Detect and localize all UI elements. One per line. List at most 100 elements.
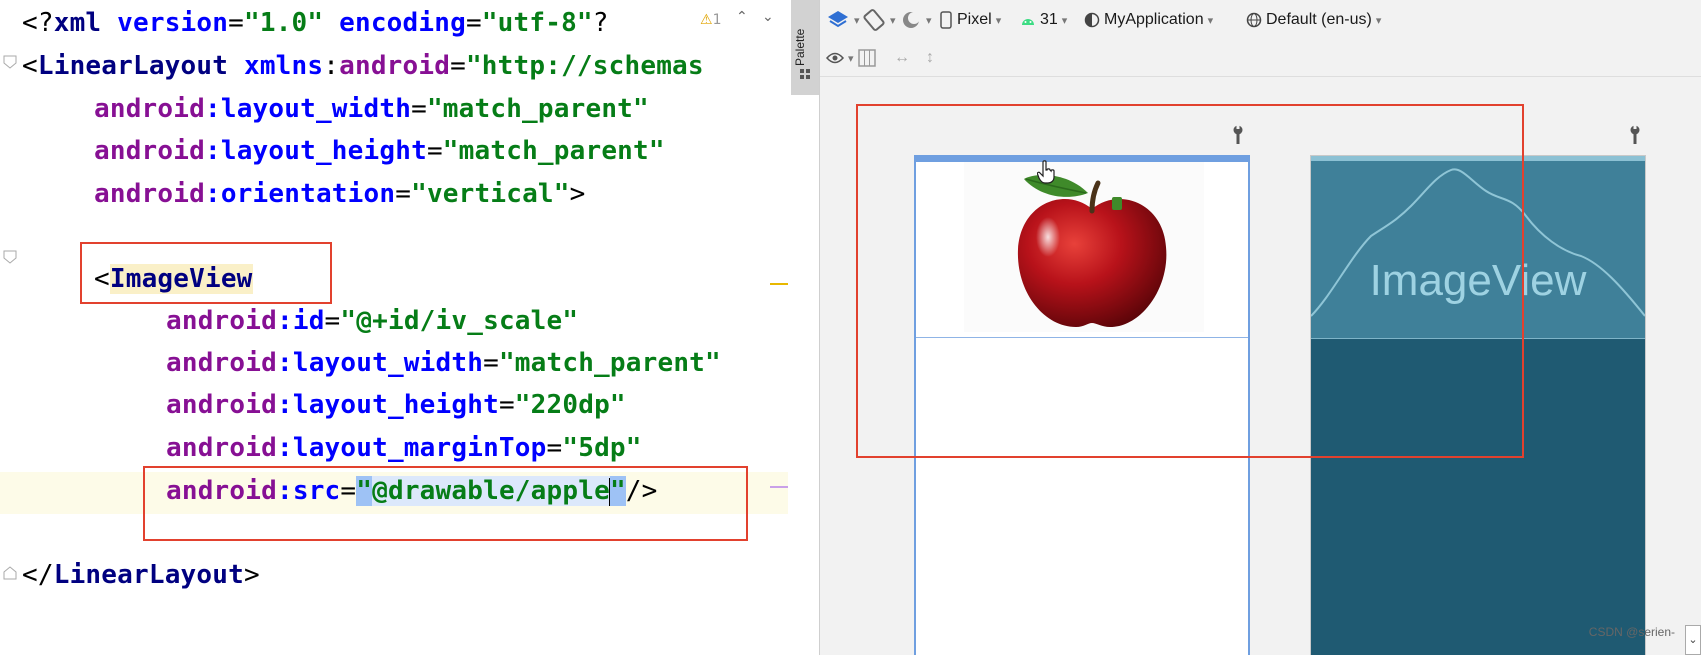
palette-label: Palette	[793, 28, 807, 66]
code-token: "http://schemas	[465, 51, 704, 81]
code-line-7[interactable]: <ImageView	[94, 258, 253, 300]
code-token: "@+id/iv_scale"	[340, 306, 579, 336]
code-token: android	[166, 433, 277, 463]
hand-cursor-icon	[1037, 160, 1055, 184]
mountain-placeholder-icon	[1311, 168, 1645, 317]
code-editor[interactable]: <?xml version="1.0" encoding="utf-8"? <L…	[0, 0, 788, 655]
warning-count: 1	[712, 12, 722, 28]
fold-marker-icon[interactable]	[3, 566, 17, 580]
code-token: :orientation	[204, 179, 396, 209]
code-token: =	[483, 348, 499, 378]
imageview-blueprint[interactable]: ImageView	[1311, 156, 1645, 339]
code-line-2[interactable]: <LinearLayout xmlns:android="http://sche…	[22, 45, 704, 87]
wrench-icon[interactable]	[1231, 125, 1245, 145]
columns-icon	[858, 49, 876, 67]
orientation-button[interactable]: ▾	[862, 8, 896, 32]
design-toolbar-secondary: ▾ ↔ ↕	[820, 40, 1701, 77]
expand-horizontal-icon[interactable]: ↔	[894, 46, 910, 70]
code-line-3[interactable]: android:layout_width="match_parent"	[94, 88, 649, 130]
code-line-11[interactable]: android:layout_marginTop="5dp"	[166, 427, 642, 469]
code-line-14[interactable]: </LinearLayout>	[22, 554, 260, 596]
code-token: android	[166, 390, 277, 420]
code-line-5[interactable]: android:orientation="vertical">	[94, 173, 586, 215]
code-line-8[interactable]: android:id="@+id/iv_scale"	[166, 300, 578, 342]
code-token: "	[356, 476, 373, 506]
code-token: LinearLayout	[37, 51, 229, 81]
code-token: "	[609, 476, 626, 506]
expand-vertical-icon[interactable]: ↕	[926, 46, 934, 70]
code-token: :layout_height	[204, 136, 427, 166]
device-label: Pixel	[957, 11, 992, 28]
code-token: </	[22, 560, 54, 590]
code-token: =	[498, 390, 515, 420]
layout-design-surface[interactable]: ▾ ▾ ▾ Pixel ▾ 31 ▾ MyApplication ▾ Defau…	[820, 0, 1701, 655]
code-token: android	[94, 179, 205, 209]
code-token: "utf-8"	[481, 8, 593, 38]
code-token: "match_parent"	[498, 348, 721, 378]
code-token: :layout_height	[276, 390, 499, 420]
view-options-button[interactable]: ▾	[826, 46, 854, 70]
theme-selector[interactable]: MyApplication ▾	[1084, 8, 1213, 32]
rotate-icon	[863, 9, 885, 31]
layers-icon	[828, 11, 848, 28]
code-token: =	[340, 476, 357, 506]
code-token: =	[450, 51, 466, 81]
warning-stripe-marker[interactable]	[770, 283, 788, 285]
selected-text: @drawable/apple	[372, 476, 610, 506]
code-token: xmlns	[243, 51, 324, 81]
chevron-down-icon: ▾	[1061, 14, 1068, 27]
collapse-icon[interactable]: ⌄	[1685, 625, 1701, 655]
warning-triangle-icon: ⚠	[700, 12, 713, 28]
code-token: version	[117, 8, 229, 38]
previous-highlight-icon[interactable]: ⌃	[736, 9, 748, 25]
code-token: =	[411, 94, 427, 124]
locale-selector[interactable]: Default (en-us) ▾	[1246, 8, 1381, 32]
design-mode-button[interactable]: ▾	[826, 8, 860, 32]
code-token: <	[22, 51, 38, 81]
code-token: android	[166, 476, 277, 506]
wrench-icon[interactable]	[1628, 125, 1642, 145]
design-preview[interactable]	[914, 155, 1250, 655]
code-line-1[interactable]: <?xml version="1.0" encoding="utf-8"?	[22, 2, 609, 44]
inspection-widget[interactable]: ⚠1	[700, 12, 721, 28]
palette-icon	[800, 69, 810, 79]
theme-icon	[1084, 12, 1100, 28]
next-highlight-icon[interactable]: ⌄	[762, 9, 774, 25]
night-mode-button[interactable]: ▾	[900, 8, 932, 32]
code-token: ?	[592, 8, 609, 38]
code-token: =	[324, 306, 341, 336]
code-token: :layout_marginTop	[276, 433, 547, 463]
device-selector[interactable]: Pixel ▾	[940, 8, 1001, 32]
code-token: >	[569, 179, 586, 209]
blueprint-label: ImageView	[1369, 256, 1587, 305]
code-line-9[interactable]: android:layout_width="match_parent"	[166, 342, 721, 384]
fold-marker-icon[interactable]	[3, 250, 17, 264]
api-level-label: 31	[1040, 11, 1058, 28]
chevron-down-icon: ▾	[854, 14, 860, 27]
chevron-down-icon: ▾	[995, 14, 1002, 27]
code-token: =	[426, 136, 443, 166]
locale-label: Default (en-us)	[1266, 11, 1372, 28]
code-line-10[interactable]: android:layout_height="220dp"	[166, 384, 626, 426]
code-token: "vertical"	[411, 179, 570, 209]
constraints-toggle[interactable]	[858, 46, 876, 70]
android-icon	[1022, 19, 1034, 25]
palette-tab[interactable]: Palette	[791, 0, 819, 95]
code-token: encoding	[339, 8, 466, 38]
code-token: xml	[53, 8, 102, 38]
fold-marker-icon[interactable]	[3, 55, 17, 69]
chevron-down-icon: ▾	[848, 52, 854, 65]
code-token: <	[94, 264, 110, 294]
code-token: LinearLayout	[53, 560, 244, 590]
code-token: android	[339, 51, 451, 81]
code-token: "220dp"	[514, 390, 626, 420]
code-token: :	[323, 51, 340, 81]
code-token: :layout_width	[204, 94, 412, 124]
api-level-selector[interactable]: 31 ▾	[1020, 8, 1067, 32]
code-line-4[interactable]: android:layout_height="match_parent"	[94, 130, 665, 172]
code-line-12[interactable]: android:src="@drawable/apple"/>	[166, 470, 658, 512]
watermark: CSDN @serien-	[1588, 625, 1675, 639]
blueprint-preview[interactable]: ImageView	[1310, 155, 1646, 655]
code-token: android	[94, 136, 205, 166]
imageview-preview[interactable]	[916, 157, 1248, 338]
